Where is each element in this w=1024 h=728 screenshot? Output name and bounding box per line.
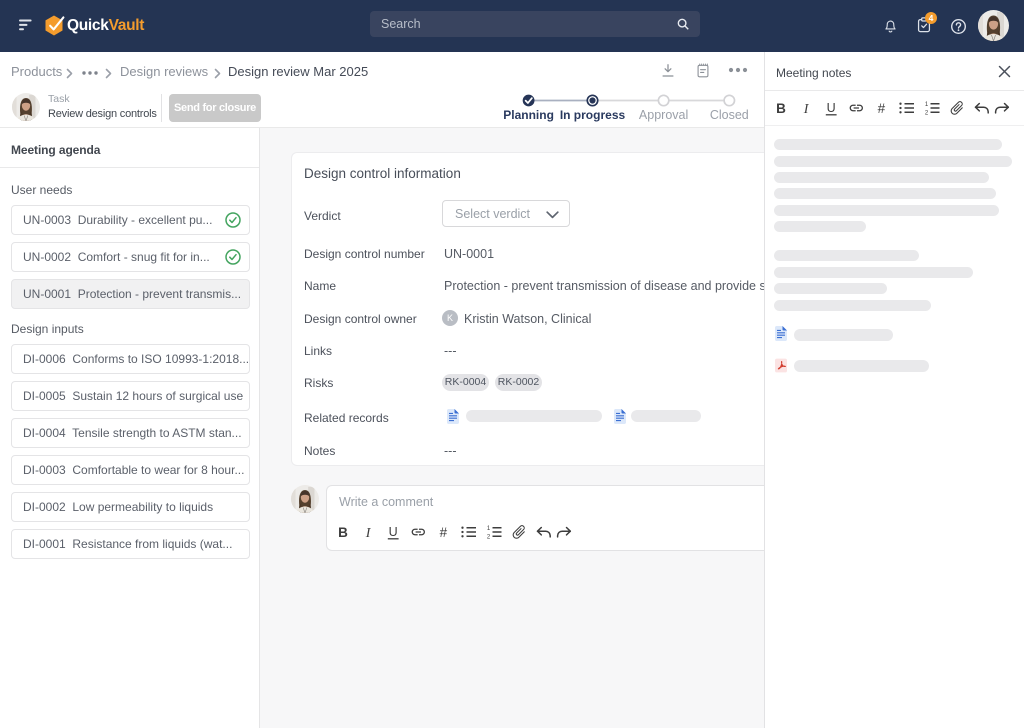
- svg-text:1: 1: [925, 102, 929, 108]
- svg-text:I: I: [365, 526, 372, 541]
- svg-text:U: U: [827, 101, 836, 115]
- svg-text:2: 2: [925, 111, 929, 117]
- svg-text:I: I: [803, 102, 810, 117]
- svg-text:#: #: [440, 525, 448, 540]
- svg-text:U: U: [389, 525, 398, 539]
- svg-text:In progress: In progress: [560, 108, 626, 122]
- svg-text:#: #: [878, 101, 886, 116]
- svg-text:B: B: [338, 525, 348, 540]
- svg-text:2: 2: [487, 535, 491, 541]
- svg-text:Approval: Approval: [639, 108, 688, 122]
- svg-text:B: B: [776, 101, 786, 116]
- svg-text:Closed: Closed: [710, 108, 749, 122]
- svg-text:1: 1: [487, 526, 491, 532]
- svg-text:Planning: Planning: [503, 108, 554, 122]
